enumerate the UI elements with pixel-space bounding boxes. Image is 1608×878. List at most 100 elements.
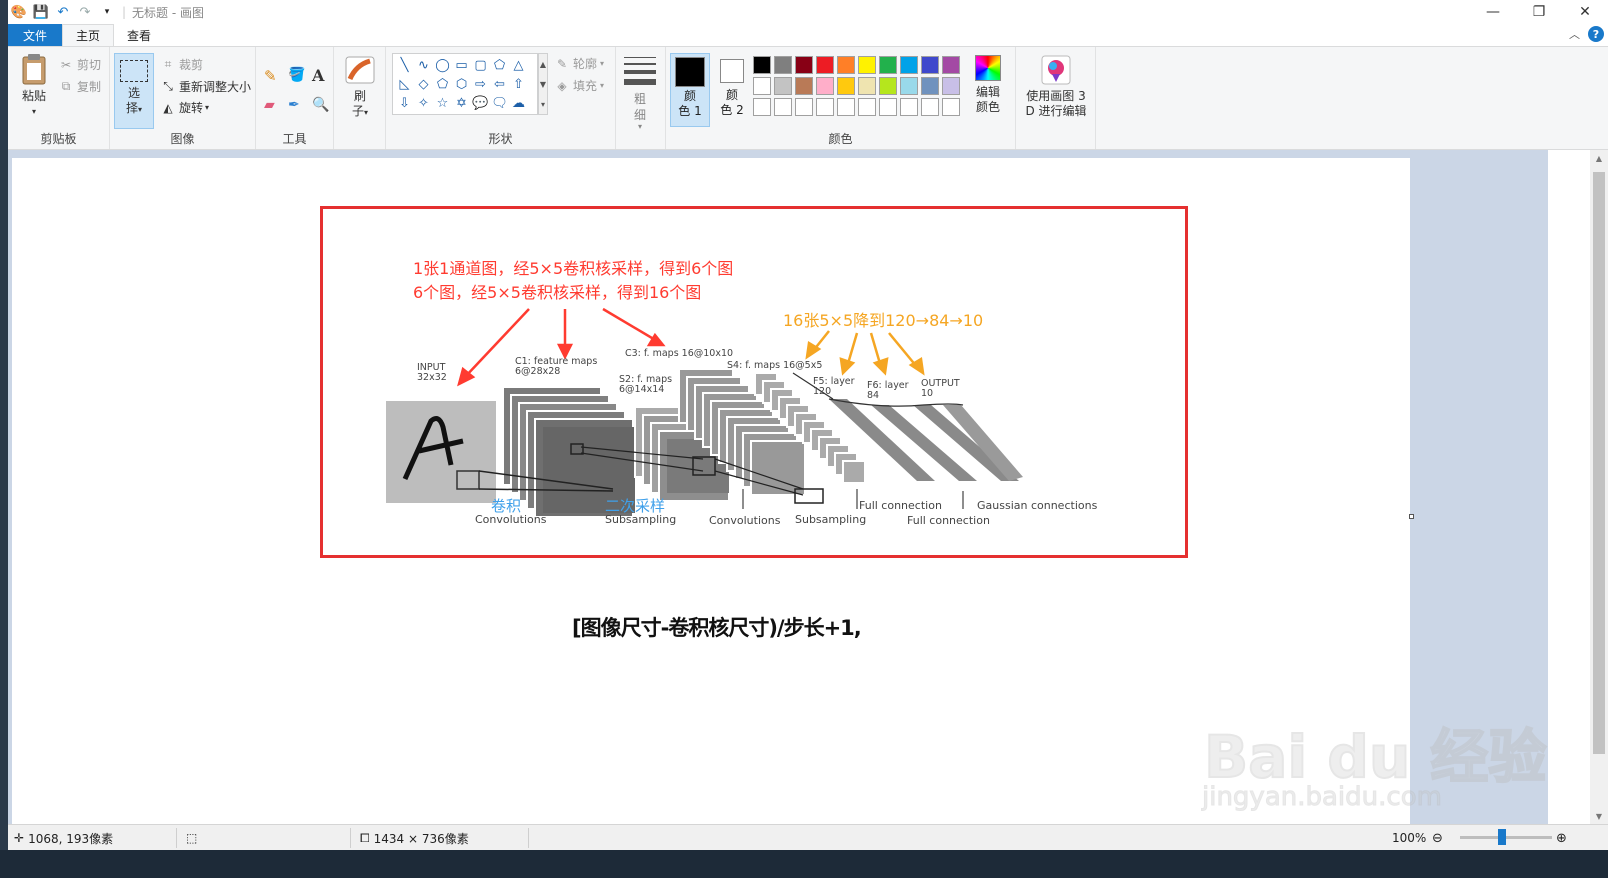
palette-swatch[interactable] xyxy=(879,98,897,116)
pencil-icon[interactable]: ✎ xyxy=(264,67,277,85)
undo-icon[interactable]: ↶ xyxy=(54,3,72,21)
zoom-slider[interactable] xyxy=(1460,836,1552,839)
clipboard-icon xyxy=(22,54,46,85)
palette-swatch[interactable] xyxy=(900,77,918,95)
palette-swatch[interactable] xyxy=(879,56,897,74)
oval-shape-icon[interactable]: ◯ xyxy=(433,56,452,75)
down-arrow-shape-icon[interactable]: ⇩ xyxy=(395,94,414,113)
close-button[interactable]: ✕ xyxy=(1562,0,1608,24)
color1-button[interactable]: 颜 色 1 xyxy=(670,53,710,127)
crop-button[interactable]: ⌗ 裁剪 xyxy=(160,56,203,73)
palette-swatch[interactable] xyxy=(942,56,960,74)
rectangle-shape-icon[interactable]: ▭ xyxy=(452,56,471,75)
collapse-ribbon-icon[interactable]: ︿ xyxy=(1569,26,1580,42)
cursor-move-icon: ✛ xyxy=(14,831,25,845)
right-triangle-shape-icon[interactable]: ◺ xyxy=(395,75,414,94)
curve-shape-icon[interactable]: ∿ xyxy=(414,56,433,75)
shapes-gallery[interactable]: ╲ ∿ ◯ ▭ ▢ ⬠ △ ◺ ◇ ⬠ ⬡ ⇨ ⇦ ⇧ ⇩ ✧ ☆ ✡ 💬 🗨 ☁ xyxy=(392,53,538,115)
right-arrow-shape-icon[interactable]: ⇨ xyxy=(471,75,490,94)
palette-swatch[interactable] xyxy=(816,56,834,74)
copy-button[interactable]: ⧉ 复制 xyxy=(58,78,101,95)
zoom-in-icon[interactable]: ⊕ xyxy=(1556,825,1567,851)
redo-icon[interactable]: ↷ xyxy=(76,3,94,21)
fill-bucket-icon[interactable]: 🪣 xyxy=(288,67,305,83)
palette-swatch[interactable] xyxy=(879,77,897,95)
palette-swatch[interactable] xyxy=(837,77,855,95)
minimize-button[interactable]: — xyxy=(1470,0,1516,24)
palette-swatch[interactable] xyxy=(837,98,855,116)
palette-swatch[interactable] xyxy=(795,56,813,74)
palette-swatch[interactable] xyxy=(942,98,960,116)
left-arrow-shape-icon[interactable]: ⇦ xyxy=(490,75,509,94)
scroll-thumb[interactable] xyxy=(1593,172,1605,754)
text-tool-icon[interactable]: A xyxy=(312,66,324,85)
tab-view[interactable]: 查看 xyxy=(114,24,164,46)
polygon-shape-icon[interactable]: ⬠ xyxy=(490,56,509,75)
palette-swatch[interactable] xyxy=(753,56,771,74)
canvas-resize-handle-right[interactable] xyxy=(1409,514,1414,519)
shapes-gallery-scroll[interactable]: ▲ ▼ ▾ xyxy=(538,53,548,115)
palette-swatch[interactable] xyxy=(858,98,876,116)
vertical-scrollbar[interactable]: ▲ ▼ xyxy=(1590,150,1608,824)
palette-swatch[interactable] xyxy=(795,98,813,116)
line-size-icon[interactable] xyxy=(624,57,656,85)
palette-swatch[interactable] xyxy=(921,56,939,74)
file-menu-tab[interactable]: 文件 xyxy=(8,24,63,46)
magnifier-icon[interactable]: 🔍 xyxy=(312,97,329,113)
zoom-slider-thumb[interactable] xyxy=(1498,829,1506,845)
six-point-star-icon[interactable]: ✡ xyxy=(452,94,471,113)
palette-swatch[interactable] xyxy=(858,77,876,95)
zoom-out-icon[interactable]: ⊖ xyxy=(1432,825,1443,851)
colors-group-label: 颜色 xyxy=(828,132,853,146)
scroll-down-icon[interactable]: ▼ xyxy=(1590,808,1608,824)
triangle-shape-icon[interactable]: △ xyxy=(509,56,528,75)
save-icon[interactable]: 💾 xyxy=(32,3,50,21)
palette-swatch[interactable] xyxy=(816,77,834,95)
callout-oval-icon[interactable]: 🗨 xyxy=(490,94,509,113)
palette-swatch[interactable] xyxy=(774,98,792,116)
edit-colors-button[interactable]: 编辑 颜色 xyxy=(968,55,1008,115)
palette-swatch[interactable] xyxy=(942,77,960,95)
four-point-star-icon[interactable]: ✧ xyxy=(414,94,433,113)
paste-button[interactable]: 粘贴 ▾ xyxy=(14,53,54,119)
five-point-star-icon[interactable]: ☆ xyxy=(433,94,452,113)
rounded-rect-shape-icon[interactable]: ▢ xyxy=(471,56,490,75)
palette-swatch[interactable] xyxy=(774,77,792,95)
color2-button[interactable]: 颜 色 2 xyxy=(712,53,752,125)
palette-swatch[interactable] xyxy=(753,98,771,116)
customize-toolbar-icon[interactable]: ▾ xyxy=(98,3,116,21)
outline-button[interactable]: ✎ 轮廓 ▾ xyxy=(554,55,604,72)
diamond-shape-icon[interactable]: ◇ xyxy=(414,75,433,94)
line-shape-icon[interactable]: ╲ xyxy=(395,56,414,75)
rotate-button[interactable]: ◭ 旋转 ▾ xyxy=(160,99,209,116)
help-icon[interactable]: ? xyxy=(1588,26,1604,42)
brushes-button[interactable]: 刷 子▾ xyxy=(340,55,380,120)
paint3d-button[interactable]: 使用画图 3 D 进行编辑 xyxy=(1020,55,1092,119)
callout-cloud-icon[interactable]: ☁ xyxy=(509,94,528,113)
palette-swatch[interactable] xyxy=(774,56,792,74)
fill-button[interactable]: ◈ 填充 ▾ xyxy=(554,77,604,94)
tab-home[interactable]: 主页 xyxy=(62,24,115,46)
palette-swatch[interactable] xyxy=(900,98,918,116)
pentagon-shape-icon[interactable]: ⬠ xyxy=(433,75,452,94)
resize-button[interactable]: ⤡ 重新调整大小 xyxy=(160,78,251,95)
palette-swatch[interactable] xyxy=(816,98,834,116)
palette-swatch[interactable] xyxy=(921,77,939,95)
palette-swatch[interactable] xyxy=(858,56,876,74)
up-arrow-shape-icon[interactable]: ⇧ xyxy=(509,75,528,94)
palette-swatch[interactable] xyxy=(795,77,813,95)
hexagon-shape-icon[interactable]: ⬡ xyxy=(452,75,471,94)
scroll-up-icon[interactable]: ▲ xyxy=(1590,150,1608,166)
callout-rect-icon[interactable]: 💬 xyxy=(471,94,490,113)
palette-swatch[interactable] xyxy=(900,56,918,74)
palette-swatch[interactable] xyxy=(921,98,939,116)
size-button[interactable]: 粗 细 ▾ xyxy=(624,91,656,131)
palette-swatch[interactable] xyxy=(837,56,855,74)
palette-swatch[interactable] xyxy=(753,77,771,95)
color-picker-icon[interactable]: ✒ xyxy=(288,97,300,113)
cut-button[interactable]: ✂ 剪切 xyxy=(58,56,101,73)
maximize-button[interactable]: ❐ xyxy=(1516,0,1562,24)
eraser-icon[interactable]: ▰ xyxy=(264,97,275,113)
paint-app-icon[interactable]: 🎨 xyxy=(10,3,28,21)
select-button[interactable]: 选 择▾ xyxy=(114,53,154,129)
